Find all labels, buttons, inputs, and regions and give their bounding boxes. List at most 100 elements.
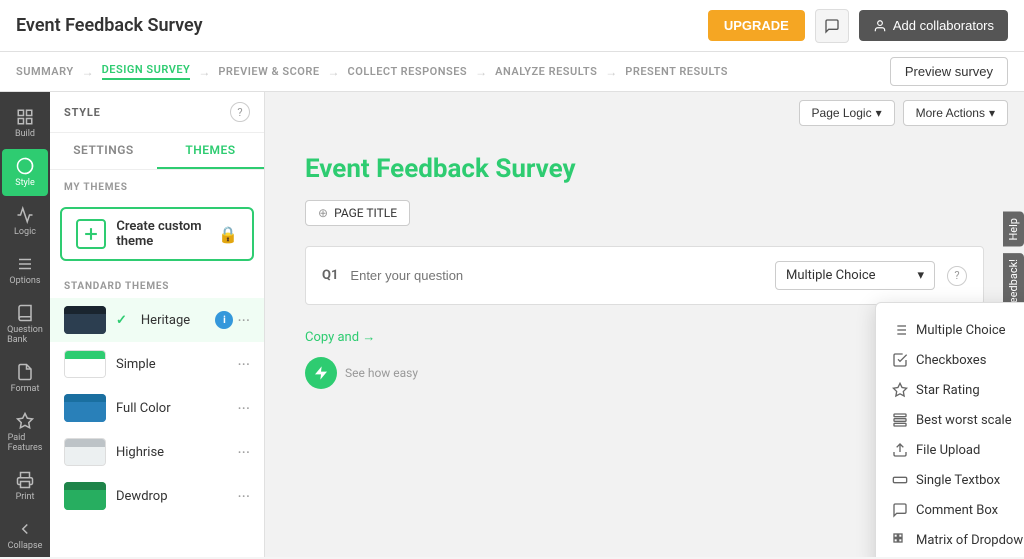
- person-icon: [873, 19, 887, 33]
- chevron-down-icon-2: ▾: [989, 106, 995, 120]
- nav-bar: SUMMARY → DESIGN SURVEY → PREVIEW & SCOR…: [0, 52, 1024, 92]
- nav-step-present[interactable]: PRESENT RESULTS: [625, 65, 728, 78]
- question-input[interactable]: [350, 268, 763, 283]
- dewdrop-more-icon[interactable]: ···: [237, 487, 250, 506]
- question-help-icon[interactable]: ?: [947, 266, 967, 286]
- highrise-actions: ···: [237, 443, 250, 462]
- nav-step-design[interactable]: DESIGN SURVEY: [102, 63, 191, 80]
- main-content-header: Page Logic ▾ More Actions ▾: [265, 92, 1024, 134]
- fullcolor-thumbnail: [64, 394, 106, 422]
- message-icon-button[interactable]: [815, 9, 849, 43]
- simple-more-icon[interactable]: ···: [237, 355, 250, 374]
- sidebar-item-options[interactable]: Options: [2, 247, 48, 294]
- help-tab[interactable]: Help: [1003, 212, 1024, 247]
- my-themes-label: MY THEMES: [50, 170, 264, 199]
- simple-thumbnail: [64, 350, 106, 378]
- theme-dewdrop[interactable]: Dewdrop ···: [50, 474, 264, 518]
- heritage-info-icon[interactable]: i: [215, 311, 233, 329]
- comment-icon: [892, 502, 908, 518]
- more-actions-button[interactable]: More Actions ▾: [903, 100, 1008, 126]
- best-worst-icon: [892, 412, 908, 428]
- nav-arrow-2: →: [198, 65, 210, 79]
- sidebar-item-style[interactable]: Style: [2, 149, 48, 196]
- create-custom-theme-button[interactable]: Create custom theme 🔒: [60, 207, 254, 261]
- simple-label: Simple: [116, 357, 227, 372]
- dropdown-item-single-textbox[interactable]: Single Textbox: [876, 465, 1024, 495]
- sidebar-item-logic[interactable]: Logic: [2, 198, 48, 245]
- sidebar-item-collapse[interactable]: Collapse: [2, 512, 48, 559]
- highrise-thumbnail: [64, 438, 106, 466]
- nav-step-analyze[interactable]: ANALYZE RESULTS: [495, 65, 597, 78]
- dropdown-col-left: Multiple Choice ✓ Checkboxes Star Rating…: [876, 311, 1024, 557]
- fullcolor-actions: ···: [237, 399, 250, 418]
- style-header-title: STYLE: [64, 106, 101, 119]
- dropdown-item-checkboxes[interactable]: Checkboxes: [876, 345, 1024, 375]
- dewdrop-actions: ···: [237, 487, 250, 506]
- theme-simple[interactable]: Simple ···: [50, 342, 264, 386]
- textbox-icon: [892, 472, 908, 488]
- upgrade-button[interactable]: UPGRADE: [708, 10, 805, 41]
- theme-fullcolor[interactable]: Full Color ···: [50, 386, 264, 430]
- question-type-dropdown: Multiple Choice ✓ Checkboxes Star Rating…: [875, 302, 1024, 557]
- star-icon: [16, 412, 34, 430]
- sidebar-item-print[interactable]: Print: [2, 463, 48, 510]
- grid-icon: [16, 108, 34, 126]
- page-title-button[interactable]: ⊕ PAGE TITLE: [305, 200, 410, 226]
- survey-area: Event Feedback Survey ⊕ PAGE TITLE Q1 Mu…: [265, 134, 1024, 325]
- style-header: STYLE ?: [50, 92, 264, 133]
- book-icon: [16, 304, 34, 322]
- sidebar-item-questionbank[interactable]: Question Bank: [2, 296, 48, 353]
- page-logic-button[interactable]: Page Logic ▾: [799, 100, 895, 126]
- nav-step-summary[interactable]: SUMMARY: [16, 65, 74, 78]
- sidebar-item-build[interactable]: Build: [2, 100, 48, 147]
- highrise-more-icon[interactable]: ···: [237, 443, 250, 462]
- create-theme-label: Create custom theme: [116, 219, 208, 249]
- chevron-down-icon: ▾: [876, 106, 882, 120]
- tab-settings[interactable]: SETTINGS: [50, 133, 157, 169]
- upload-icon: [892, 442, 908, 458]
- dropdown-item-matrix-dropdown[interactable]: Matrix of Dropdown Menus: [876, 525, 1024, 555]
- theme-highrise[interactable]: Highrise ···: [50, 430, 264, 474]
- dropdown-item-file-upload[interactable]: File Upload: [876, 435, 1024, 465]
- sidebar-item-paidfeatures[interactable]: Paid Features: [2, 404, 48, 461]
- nav-arrow-5: →: [605, 65, 617, 79]
- main-content: Page Logic ▾ More Actions ▾ Event Feedba…: [265, 92, 1024, 557]
- nav-arrow-4: →: [475, 65, 487, 79]
- flow-icon: [16, 206, 34, 224]
- fullcolor-more-icon[interactable]: ···: [237, 399, 250, 418]
- dropdown-item-star-rating[interactable]: Star Rating: [876, 375, 1024, 405]
- highrise-label: Highrise: [116, 445, 227, 460]
- app-title: Event Feedback Survey: [16, 15, 203, 36]
- dropdown-item-comment-box[interactable]: Comment Box: [876, 495, 1024, 525]
- lock-icon: 🔒: [218, 225, 238, 244]
- style-content: MY THEMES Create custom theme 🔒 STANDARD…: [50, 170, 264, 557]
- main-layout: Build Style Logic Options Question Bank …: [0, 92, 1024, 557]
- top-bar-right: UPGRADE Add collaborators: [708, 9, 1008, 43]
- dropdown-item-best-worst[interactable]: Best worst scale: [876, 405, 1024, 435]
- dewdrop-thumbnail: [64, 482, 106, 510]
- dropdown-item-multiple-choice[interactable]: Multiple Choice ✓: [876, 315, 1024, 345]
- nav-step-preview[interactable]: PREVIEW & SCORE: [218, 65, 319, 78]
- standard-themes-label: STANDARD THEMES: [50, 269, 264, 298]
- print-icon: [16, 471, 34, 489]
- heritage-actions: i ···: [215, 311, 250, 330]
- right-tabs: Help Feedback!: [1003, 212, 1024, 315]
- plus-icon: [81, 224, 101, 244]
- star-rating-icon: [892, 382, 908, 398]
- matrix-dropdown-icon: [892, 532, 908, 548]
- icon-sidebar: Build Style Logic Options Question Bank …: [0, 92, 50, 557]
- nav-step-collect[interactable]: COLLECT RESPONSES: [348, 65, 468, 78]
- style-help-icon[interactable]: ?: [230, 102, 250, 122]
- theme-heritage[interactable]: ✓ Heritage i ···: [50, 298, 264, 342]
- checkbox-icon: [892, 352, 908, 368]
- heritage-thumbnail: [64, 306, 106, 334]
- style-tabs: SETTINGS THEMES: [50, 133, 264, 170]
- heritage-more-icon[interactable]: ···: [237, 311, 250, 330]
- preview-survey-button[interactable]: Preview survey: [890, 57, 1008, 86]
- question-type-select[interactable]: Multiple Choice ▾: [775, 261, 935, 290]
- chevron-left-icon: [16, 520, 34, 538]
- add-collaborators-button[interactable]: Add collaborators: [859, 10, 1008, 41]
- sidebar-item-format[interactable]: Format: [2, 355, 48, 402]
- tab-themes[interactable]: THEMES: [157, 133, 264, 169]
- format-icon: [16, 363, 34, 381]
